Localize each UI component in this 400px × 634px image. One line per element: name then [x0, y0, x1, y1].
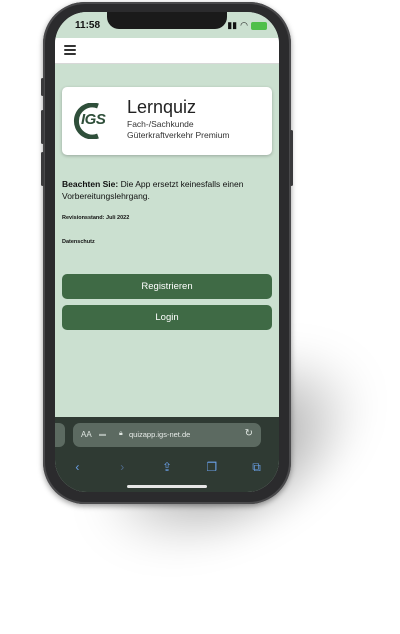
browser-toolbar: ‹ › ⇪ ❐ ⧉ [55, 457, 279, 477]
url-text[interactable]: quizapp.igs-net.de [129, 430, 190, 439]
wifi-icon: ◠ [240, 20, 248, 30]
register-button[interactable]: Registrieren [62, 274, 272, 299]
revision-text: Revisionsstand: Juli 2022 [62, 215, 130, 221]
app-subtitle-1: Fach-/Sachkunde [127, 119, 194, 129]
phone-screen: 11:58 ▮▮ ◠ IGS Lernquiz Fach-/Sachkunde … [55, 12, 279, 492]
logo-card: IGS Lernquiz Fach-/Sachkunde Güterkraftv… [62, 87, 272, 155]
back-icon[interactable]: ‹ [67, 460, 87, 474]
extension-icon[interactable]: ▬ [99, 431, 106, 438]
notch [107, 12, 227, 29]
reload-icon[interactable]: ↻ [245, 428, 253, 439]
address-bar[interactable]: AA ▬ 🔒︎ quizapp.igs-net.de ↻ [73, 423, 261, 447]
menu-icon[interactable] [64, 45, 76, 55]
login-button[interactable]: Login [62, 305, 272, 330]
privacy-link[interactable]: Datenschutz [62, 239, 95, 245]
lock-icon: 🔒︎ [119, 430, 123, 437]
volume-down-button [41, 152, 44, 186]
browser-bar: AA ▬ 🔒︎ quizapp.igs-net.de ↻ ‹ › ⇪ ❐ ⧉ [55, 417, 279, 492]
previous-tab-peek[interactable] [55, 423, 65, 447]
app-title: Lernquiz [127, 97, 197, 117]
status-bar: 11:58 ▮▮ ◠ [55, 12, 279, 38]
signal-icon: ▮▮ [227, 20, 238, 30]
brand-logo-text: IGS [81, 111, 106, 128]
mute-switch [41, 78, 44, 96]
notice-label: Beachten Sie: [62, 179, 119, 189]
app-header [55, 38, 279, 64]
status-time: 11:58 [75, 20, 101, 31]
share-icon[interactable]: ⇪ [157, 460, 177, 474]
notice-text: Beachten Sie: Die App ersetzt keinesfall… [62, 178, 274, 202]
forward-icon[interactable]: › [112, 460, 132, 474]
status-icons: ▮▮ ◠ [227, 20, 267, 31]
battery-icon [251, 21, 267, 30]
bookmarks-icon[interactable]: ❐ [202, 460, 222, 474]
app-subtitle-2: Güterkraftverkehr Premium [127, 130, 230, 140]
power-button [290, 130, 293, 186]
volume-up-button [41, 110, 44, 144]
home-indicator [127, 485, 207, 488]
reader-button[interactable]: AA [81, 430, 92, 439]
tabs-icon[interactable]: ⧉ [247, 460, 267, 475]
